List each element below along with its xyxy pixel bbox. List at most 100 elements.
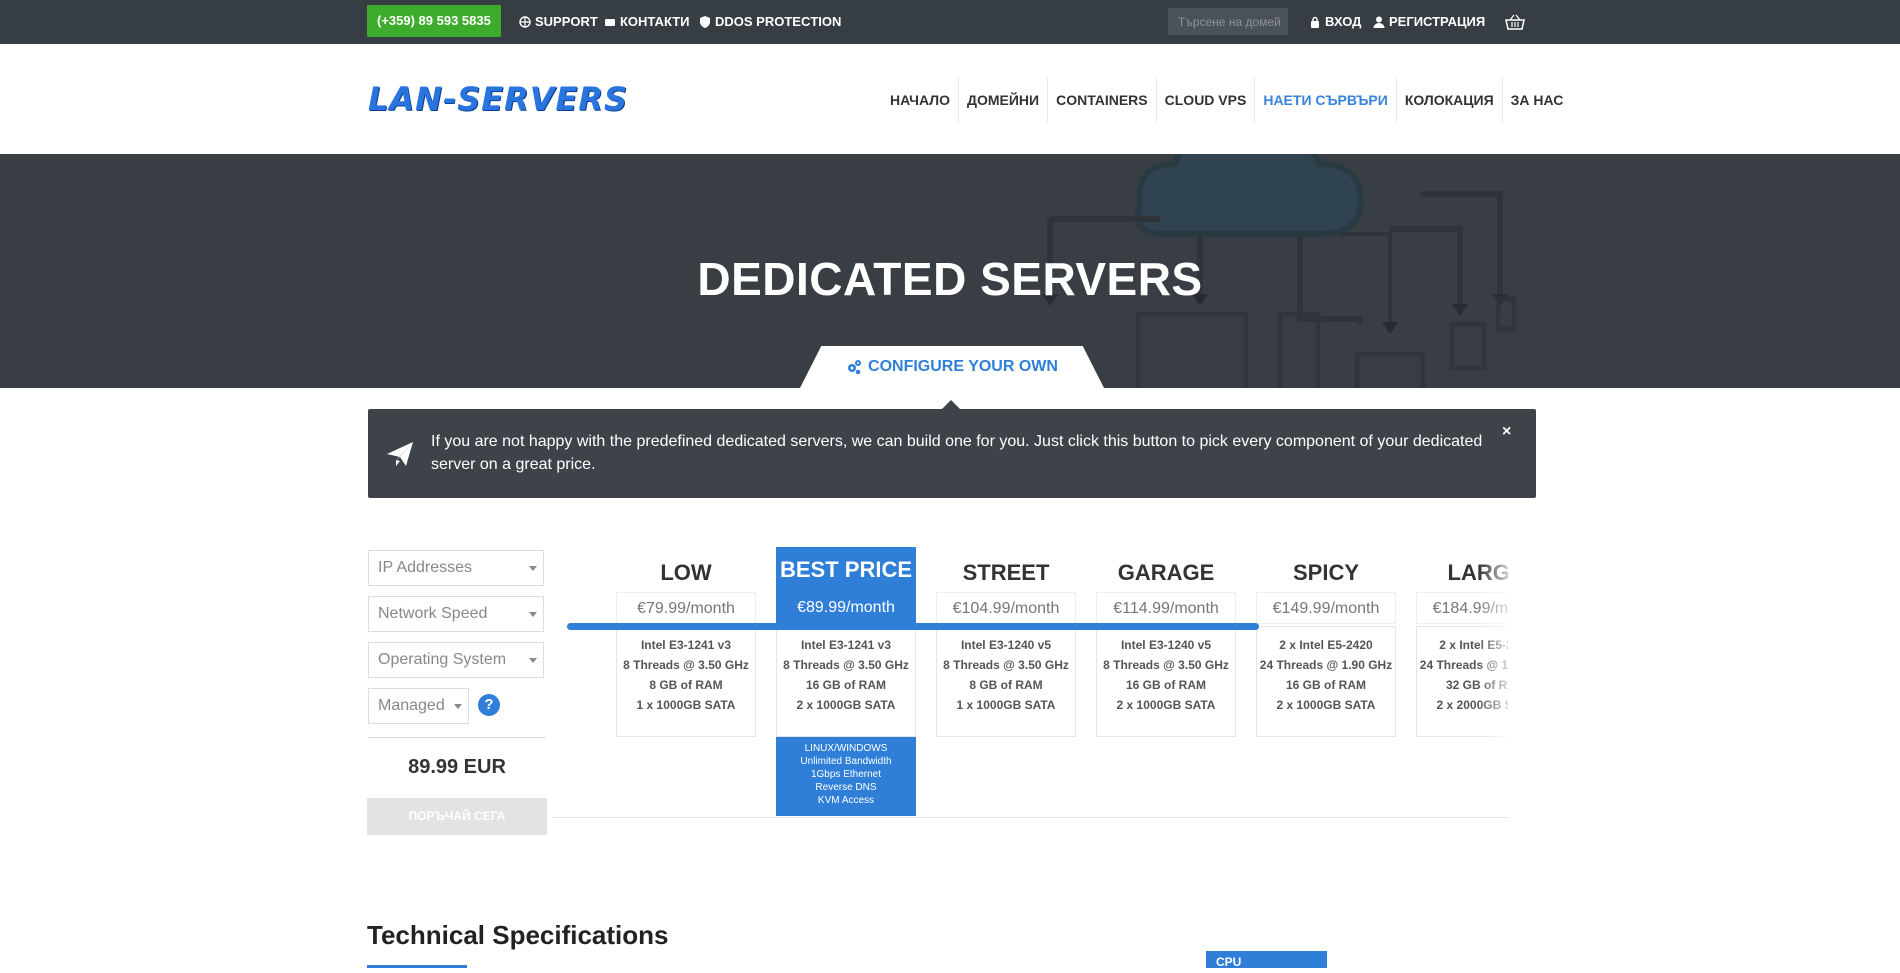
notice-close-button[interactable]: ×: [1502, 423, 1511, 441]
order-now-button[interactable]: ПОРЪЧАЙ СЕГА: [367, 798, 547, 835]
support-link[interactable]: SUPPORT: [519, 0, 598, 44]
plan-extra: Unlimited Bandwidth: [800, 756, 892, 767]
nav-dedicated-servers[interactable]: НАЕТИ СЪРВЪРИ: [1255, 77, 1397, 123]
configure-label: CONFIGURE YOUR OWN: [868, 358, 1058, 375]
network-speed-select[interactable]: Network Speed: [368, 596, 544, 632]
ip-addresses-value: IP Addresses: [378, 559, 472, 576]
nav-colocation[interactable]: КОЛОКАЦИЯ: [1397, 77, 1503, 123]
lock-icon: [1311, 16, 1319, 28]
domain-search-input[interactable]: [1168, 8, 1288, 35]
login-link[interactable]: ВХОД: [1309, 0, 1361, 44]
nav-about[interactable]: ЗА НАС: [1503, 77, 1572, 123]
plan-name: SPICY: [1292, 560, 1360, 585]
ip-addresses-select[interactable]: IP Addresses: [368, 550, 544, 586]
plan-card[interactable]: GARAGE €114.99/month Intel E3-1240 v5 8 …: [1096, 540, 1236, 737]
login-label: ВХОД: [1325, 14, 1362, 29]
operating-system-value: Operating System: [378, 651, 507, 668]
notice-text: If you are not happy with the predefined…: [431, 433, 1483, 473]
ddos-link[interactable]: DDOS PROTECTION: [699, 0, 841, 44]
ddos-label: DDOS PROTECTION: [715, 14, 842, 29]
chevron-down-icon: [529, 612, 537, 617]
notice-pointer: [942, 400, 960, 409]
chevron-down-icon: [529, 566, 537, 571]
plan-spec: 1 x 1000GB SATA: [956, 698, 1056, 712]
phone-button[interactable]: (+359) 89 593 5835: [367, 5, 501, 37]
plan-spec: 1 x 1000GB SATA: [636, 698, 736, 712]
basket-icon: [1505, 14, 1525, 30]
operating-system-select[interactable]: Operating System: [368, 642, 544, 678]
plan-spec: 8 GB of RAM: [649, 678, 723, 692]
plan-spec: 24 Threads @ 1.90 GHz: [1259, 658, 1393, 672]
plans-carousel: LOW €79.99/month Intel E3-1241 v3 8 Thre…: [552, 540, 1508, 820]
plan-price: €89.99/month: [797, 599, 895, 616]
plan-card[interactable]: STREET €104.99/month Intel E3-1240 v5 8 …: [936, 540, 1076, 737]
plan-card[interactable]: LOW €79.99/month Intel E3-1241 v3 8 Thre…: [616, 540, 756, 737]
plan-extra: KVM Access: [817, 795, 875, 806]
plan-extra: 1Gbps Ethernet: [810, 769, 882, 780]
register-link[interactable]: РЕГИСТРАЦИЯ: [1373, 0, 1485, 44]
chevron-down-icon: [529, 658, 537, 663]
managed-value: Managed: [378, 697, 445, 714]
plan-spec: Intel E3-1241 v3: [640, 638, 732, 652]
section-title: Technical Specifications: [367, 920, 669, 950]
site-logo[interactable]: LAN-SERVERS: [368, 80, 628, 118]
managed-select[interactable]: Managed: [368, 688, 469, 724]
nav-containers[interactable]: CONTAINERS: [1048, 77, 1157, 123]
register-label: РЕГИСТРАЦИЯ: [1389, 14, 1486, 29]
plan-price: €79.99/month: [616, 592, 756, 624]
plan-spec: 2 x 1000GB SATA: [796, 698, 896, 712]
plan-spec: 2 x Intel E5-2420: [1279, 638, 1373, 652]
plan-extras: LINUX/WINDOWS Unlimited Bandwidth 1Gbps …: [776, 742, 916, 807]
filter-divider: [368, 737, 546, 738]
nav-cloud-vps[interactable]: CLOUD VPS: [1157, 77, 1256, 123]
support-label: SUPPORT: [535, 14, 598, 29]
plan-extra: LINUX/WINDOWS: [804, 743, 888, 754]
top-bar: (+359) 89 593 5835 SUPPORT КОНТАКТИ DDOS…: [0, 0, 1900, 44]
plan-name: BEST PRICE: [779, 557, 913, 582]
plan-spec: Intel E3-1240 v5: [960, 638, 1052, 652]
plan-price: €149.99/month: [1256, 592, 1396, 624]
plan-spec: 8 Threads @ 3.50 GHz: [1103, 658, 1229, 672]
plan-spec: 2 x 1000GB SATA: [1276, 698, 1376, 712]
plan-card[interactable]: SPICY €149.99/month 2 x Intel E5-2420 24…: [1256, 540, 1396, 737]
tab-cpu[interactable]: CPU: [1206, 951, 1327, 969]
chevron-down-icon: [454, 704, 462, 709]
plan-spec: 16 GB of RAM: [1285, 678, 1366, 692]
plan-spec: 8 Threads @ 3.50 GHz: [783, 658, 909, 672]
contacts-link[interactable]: КОНТАКТИ: [604, 0, 690, 44]
plan-extra: Reverse DNS: [815, 782, 877, 793]
plan-name: GARAGE: [1117, 560, 1215, 585]
gears-icon: [848, 360, 862, 375]
plan-name: STREET: [962, 560, 1050, 585]
plan-spec: 16 GB of RAM: [805, 678, 886, 692]
configure-your-own-button[interactable]: CONFIGURE YOUR OWN: [800, 358, 1104, 376]
plan-spec: 2 x 1000GB SATA: [1116, 698, 1216, 712]
plan-price: €114.99/month: [1096, 592, 1236, 624]
main-nav: НАЧАЛО ДОМЕЙНИ CONTAINERS CLOUD VPS НАЕТ…: [882, 77, 1571, 123]
plan-specs: Intel E3-1241 v3 8 Threads @ 3.50 GHz 16…: [776, 626, 916, 737]
shield-icon: [700, 16, 710, 28]
plan-name: LOW: [660, 560, 712, 585]
network-speed-value: Network Speed: [378, 605, 488, 622]
plan-spec: Intel E3-1241 v3: [800, 638, 892, 652]
nav-domains[interactable]: ДОМЕЙНИ: [959, 77, 1049, 123]
nav-home[interactable]: НАЧАЛО: [882, 77, 959, 123]
cart-button[interactable]: [1505, 0, 1525, 44]
plan-card-selected[interactable]: BEST PRICE €89.99/month Intel E3-1241 v3…: [776, 540, 916, 816]
plan-specs: Intel E3-1240 v5 8 Threads @ 3.50 GHz 8 …: [936, 626, 1076, 737]
plan-spec: 8 GB of RAM: [969, 678, 1043, 692]
carousel-fade: [1478, 540, 1518, 820]
plan-specs: 2 x Intel E5-2420 24 Threads @ 1.90 GHz …: [1256, 626, 1396, 737]
plans-divider: [552, 817, 1508, 818]
help-icon[interactable]: ?: [478, 694, 500, 716]
total-price: 89.99 EUR: [408, 756, 506, 778]
plan-specs: Intel E3-1240 v5 8 Threads @ 3.50 GHz 16…: [1096, 626, 1236, 737]
plan-spec: Intel E3-1240 v5: [1120, 638, 1212, 652]
plan-slider-track[interactable]: [567, 623, 1259, 630]
phone-icon: [605, 19, 615, 26]
paper-plane-icon: [387, 442, 413, 466]
plan-spec: 16 GB of RAM: [1125, 678, 1206, 692]
user-icon: [1373, 16, 1385, 28]
plan-spec: 8 Threads @ 3.50 GHz: [623, 658, 749, 672]
plan-spec: 8 Threads @ 3.50 GHz: [943, 658, 1069, 672]
